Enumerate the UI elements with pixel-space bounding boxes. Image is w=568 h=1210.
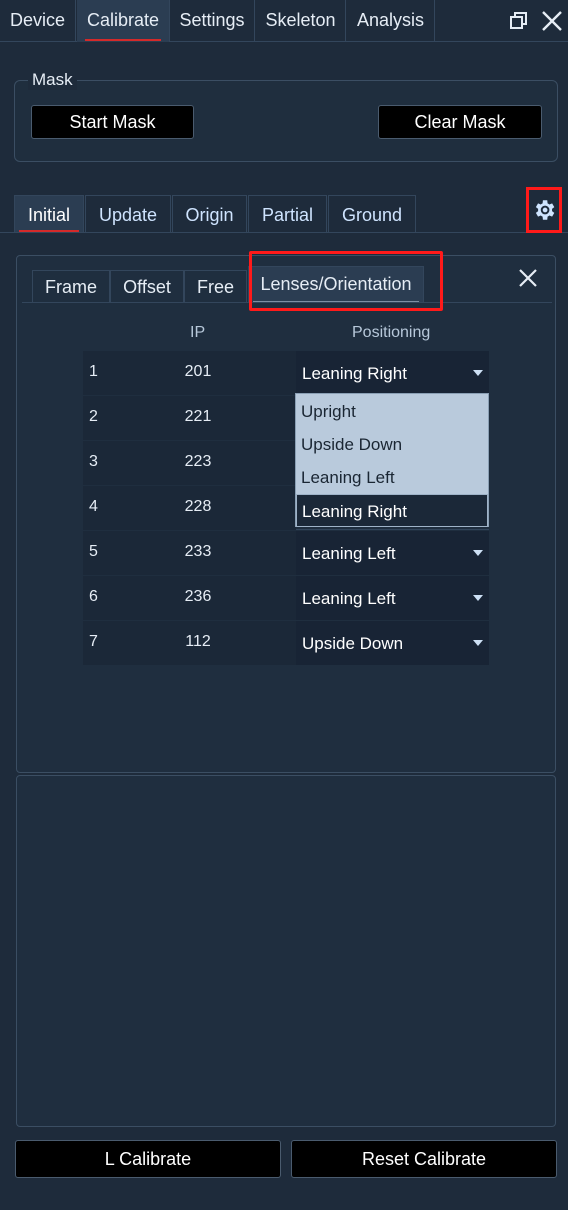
dropdown-option-leaning-left[interactable]: Leaning Left <box>296 461 488 494</box>
gear-icon <box>535 200 555 220</box>
ip-value: 112 <box>185 633 211 650</box>
positioning-select[interactable]: Leaning Left <box>296 576 489 620</box>
positioning-value: Upside Down <box>302 634 404 653</box>
positioning-column-header: Positioning <box>352 324 431 341</box>
row-number: 6 <box>89 588 98 605</box>
ip-value: 233 <box>184 543 212 560</box>
l-calibrate-button[interactable]: L Calibrate <box>15 1140 281 1178</box>
tab-free[interactable]: Free <box>184 270 247 303</box>
positioning-value: Leaning Right <box>302 364 407 383</box>
chevron-down-icon <box>473 640 483 646</box>
table-row: 5 233 Leaning Left <box>83 531 489 575</box>
tab-analysis[interactable]: Analysis <box>347 0 435 42</box>
tab-calibrate[interactable]: Calibrate <box>77 0 170 42</box>
chevron-down-icon <box>473 370 483 376</box>
row-number: 1 <box>89 363 98 380</box>
tab-divider <box>0 232 568 233</box>
clear-mask-button[interactable]: Clear Mask <box>378 105 542 139</box>
tab-update[interactable]: Update <box>85 195 171 233</box>
positioning-value: Leaning Left <box>302 589 396 608</box>
close-window-icon[interactable] <box>539 8 565 34</box>
dropdown-option-leaning-right[interactable]: Leaning Right <box>296 494 488 527</box>
positioning-select[interactable]: Leaning Right <box>296 351 489 395</box>
ip-value: 201 <box>184 363 212 380</box>
tab-skeleton[interactable]: Skeleton <box>256 0 346 42</box>
table-row: 7 112 Upside Down <box>83 621 489 665</box>
tab-partial[interactable]: Partial <box>248 195 327 233</box>
ip-value: 223 <box>184 453 212 470</box>
tab-ground[interactable]: Ground <box>328 195 416 233</box>
row-number: 5 <box>89 543 98 560</box>
row-number: 4 <box>89 498 98 515</box>
dropdown-option-upright[interactable]: Upright <box>296 395 488 428</box>
positioning-value: Leaning Left <box>302 544 396 563</box>
chevron-down-icon <box>473 595 483 601</box>
row-number: 7 <box>89 633 98 650</box>
settings-gear-button[interactable] <box>526 187 562 233</box>
ip-value: 236 <box>184 588 212 605</box>
table-row: 1 201 Leaning Right <box>83 351 489 395</box>
ip-value: 221 <box>184 408 212 425</box>
ip-value: 228 <box>184 498 212 515</box>
empty-content-area <box>16 775 556 1127</box>
mask-group: Start Mask Clear Mask <box>14 80 558 162</box>
start-mask-button[interactable]: Start Mask <box>31 105 194 139</box>
positioning-dropdown-list: Upright Upside Down Leaning Left Leaning… <box>295 393 489 527</box>
top-tab-bar: Device Calibrate Settings Skeleton Analy… <box>0 0 568 42</box>
restore-window-icon[interactable] <box>506 8 532 34</box>
tab-frame[interactable]: Frame <box>32 270 110 303</box>
chevron-down-icon <box>473 550 483 556</box>
dropdown-option-upside-down[interactable]: Upside Down <box>296 428 488 461</box>
table-row: 6 236 Leaning Left <box>83 576 489 620</box>
ip-column-header: IP <box>190 324 206 341</box>
mask-legend: Mask <box>28 70 77 90</box>
reset-calibrate-button[interactable]: Reset Calibrate <box>291 1140 557 1178</box>
close-dialog-icon[interactable] <box>516 266 540 290</box>
positioning-select[interactable]: Upside Down <box>296 621 489 665</box>
tab-device[interactable]: Device <box>0 0 76 42</box>
tab-settings[interactable]: Settings <box>170 0 255 42</box>
row-number: 3 <box>89 453 98 470</box>
positioning-select[interactable]: Leaning Left <box>296 531 489 575</box>
highlight-box <box>249 251 443 311</box>
tab-offset[interactable]: Offset <box>110 270 184 303</box>
row-number: 2 <box>89 408 98 425</box>
tab-initial[interactable]: Initial <box>14 195 84 233</box>
tab-origin[interactable]: Origin <box>172 195 247 233</box>
